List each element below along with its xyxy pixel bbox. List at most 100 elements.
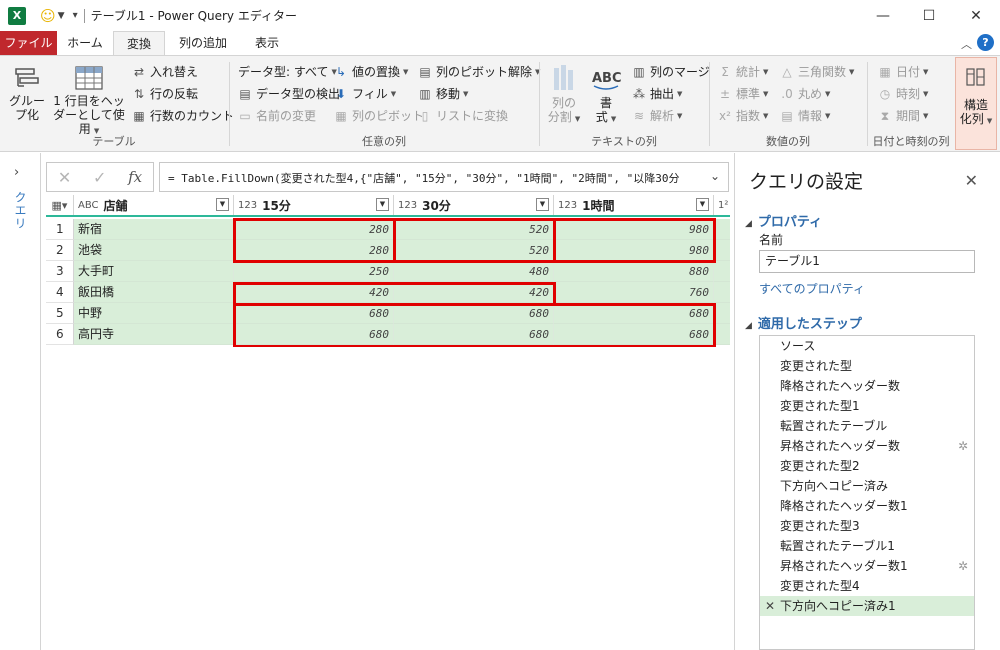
- split-column-button[interactable]: 列の 分割 ▼: [546, 64, 582, 126]
- time-button[interactable]: ◷ 時刻 ▼: [878, 85, 929, 102]
- formula-bar-input[interactable]: = Table.FillDown(変更された型4,{"店舗", "15分", "…: [159, 162, 729, 192]
- tab-transform[interactable]: 変換: [113, 31, 165, 56]
- filter-dropdown-icon[interactable]: ▼: [376, 198, 389, 211]
- collapse-ribbon-icon[interactable]: ︿: [961, 36, 972, 52]
- cell-1hour[interactable]: 760: [554, 282, 714, 303]
- pivot-column-button[interactable]: ▦ 列のピボット: [334, 107, 424, 124]
- cell-store[interactable]: 新宿: [74, 219, 234, 240]
- close-icon[interactable]: ✕: [965, 171, 978, 190]
- transpose-button[interactable]: ⇄ 入れ替え: [132, 63, 198, 80]
- row-number[interactable]: 2: [46, 240, 74, 261]
- tab-home[interactable]: ホーム: [60, 31, 110, 55]
- move-button[interactable]: ▥ 移動 ▼: [418, 85, 468, 102]
- row-number[interactable]: 5: [46, 303, 74, 324]
- filter-dropdown-icon[interactable]: ▼: [216, 198, 229, 211]
- cell-1hour[interactable]: 980: [554, 240, 714, 261]
- count-rows-button[interactable]: ▦ 行数のカウント: [132, 107, 234, 124]
- row-number[interactable]: 6: [46, 324, 74, 345]
- cell-1hour[interactable]: 880: [554, 261, 714, 282]
- list-item[interactable]: 下方向へコピー済み: [760, 476, 974, 496]
- scientific-button[interactable]: x² 指数 ▼: [718, 107, 768, 124]
- list-item[interactable]: 降格されたヘッダー数: [760, 376, 974, 396]
- chevron-down-icon[interactable]: ▼: [58, 11, 65, 21]
- column-header-15min[interactable]: 123 15分 ▼: [234, 195, 394, 215]
- expand-queries-icon[interactable]: ›: [14, 165, 19, 180]
- list-item[interactable]: 変更された型3: [760, 516, 974, 536]
- help-icon[interactable]: ?: [977, 34, 994, 51]
- cell-store[interactable]: 大手町: [74, 261, 234, 282]
- cell-30min[interactable]: 520: [394, 240, 554, 261]
- cell-store[interactable]: 高円寺: [74, 324, 234, 345]
- trigonometry-button[interactable]: △ 三角関数 ▼: [780, 63, 854, 80]
- all-properties-link[interactable]: すべてのプロパティ: [759, 280, 865, 297]
- number-type-icon[interactable]: 123: [558, 200, 577, 211]
- row-number[interactable]: 1: [46, 219, 74, 240]
- reverse-rows-button[interactable]: ⇅ 行の反転: [132, 85, 198, 102]
- cell-next[interactable]: [714, 240, 730, 261]
- replace-values-button[interactable]: ↳ 値の置換 ▼: [334, 63, 408, 80]
- close-button[interactable]: ✕: [953, 0, 999, 31]
- cell-30min[interactable]: 680: [394, 303, 554, 324]
- cell-30min[interactable]: 420: [394, 282, 554, 303]
- applied-steps-heading[interactable]: ◢ 適用したステップ: [745, 313, 862, 332]
- gear-icon[interactable]: ✲: [958, 556, 968, 576]
- tab-view[interactable]: 表示: [242, 31, 292, 55]
- merge-columns-button[interactable]: ▥ 列のマージ: [632, 63, 709, 80]
- chevron-down-icon[interactable]: ⌄: [708, 169, 722, 183]
- list-item-active[interactable]: ✕ 下方向へコピー済み1: [760, 596, 974, 616]
- cell-15min[interactable]: 420: [234, 282, 394, 303]
- cell-next[interactable]: [714, 261, 730, 282]
- column-header-30min[interactable]: 123 30分 ▼: [394, 195, 554, 215]
- cell-30min[interactable]: 680: [394, 324, 554, 345]
- minimize-button[interactable]: —: [860, 0, 906, 31]
- cell-next[interactable]: [714, 324, 730, 345]
- detect-data-type-button[interactable]: ▤ データ型の検出: [238, 85, 340, 102]
- cell-next[interactable]: [714, 219, 730, 240]
- duration-button[interactable]: ⧗ 期間 ▼: [878, 107, 929, 124]
- cell-1hour[interactable]: 980: [554, 219, 714, 240]
- number-type-icon[interactable]: 123: [238, 200, 257, 211]
- cancel-formula-icon[interactable]: ✕: [58, 168, 71, 187]
- column-header-1hour[interactable]: 123 1時間 ▼: [554, 195, 714, 215]
- information-button[interactable]: ▤ 情報 ▼: [780, 107, 830, 124]
- list-item[interactable]: 昇格されたヘッダー数 ✲: [760, 436, 974, 456]
- convert-to-list-button[interactable]: ▯ リストに変換: [418, 107, 508, 124]
- cell-15min[interactable]: 250: [234, 261, 394, 282]
- list-item[interactable]: 変更された型1: [760, 396, 974, 416]
- structured-column-button[interactable]: 構造 化列 ▼: [955, 57, 997, 150]
- filter-dropdown-icon[interactable]: ▼: [536, 198, 549, 211]
- row-number[interactable]: 3: [46, 261, 74, 282]
- group-by-button[interactable]: グルー プ化: [8, 66, 46, 122]
- cell-15min[interactable]: 280: [234, 219, 394, 240]
- cell-30min[interactable]: 480: [394, 261, 554, 282]
- cell-1hour[interactable]: 680: [554, 324, 714, 345]
- cell-15min[interactable]: 680: [234, 303, 394, 324]
- format-button[interactable]: ABC 書 式 ▼: [586, 64, 626, 126]
- list-item[interactable]: 降格されたヘッダー数1: [760, 496, 974, 516]
- list-item[interactable]: 変更された型2: [760, 456, 974, 476]
- rename-button[interactable]: ▭ 名前の変更: [238, 107, 316, 124]
- smiley-icon[interactable]: ☺: [40, 7, 56, 25]
- standard-button[interactable]: ± 標準 ▼: [718, 85, 768, 102]
- cell-30min[interactable]: 520: [394, 219, 554, 240]
- list-item[interactable]: 変更された型: [760, 356, 974, 376]
- list-item[interactable]: 昇格されたヘッダー数1 ✲: [760, 556, 974, 576]
- maximize-button[interactable]: ☐: [906, 0, 952, 31]
- fill-button[interactable]: ⬇ フィル ▼: [334, 85, 396, 102]
- data-type-dropdown[interactable]: データ型: すべて ▼: [238, 63, 337, 80]
- delete-step-icon[interactable]: ✕: [765, 596, 775, 616]
- cell-store[interactable]: 飯田橋: [74, 282, 234, 303]
- commit-formula-icon[interactable]: ✓: [93, 168, 106, 187]
- column-header-next[interactable]: 1²: [714, 195, 730, 215]
- use-first-row-as-headers-button[interactable]: 1 行目をヘッ ダーとして使用 ▼: [50, 66, 128, 138]
- rounding-button[interactable]: .0 丸め ▼: [780, 85, 830, 102]
- gear-icon[interactable]: ✲: [958, 436, 968, 456]
- cell-15min[interactable]: 680: [234, 324, 394, 345]
- cell-15min[interactable]: 280: [234, 240, 394, 261]
- list-item[interactable]: 変更された型4: [760, 576, 974, 596]
- column-header-store[interactable]: ABC 店舗 ▼: [74, 195, 234, 215]
- cell-next[interactable]: [714, 282, 730, 303]
- parse-button[interactable]: ≋ 解析 ▼: [632, 107, 682, 124]
- query-name-input[interactable]: テーブル1: [759, 250, 975, 273]
- cell-store[interactable]: 中野: [74, 303, 234, 324]
